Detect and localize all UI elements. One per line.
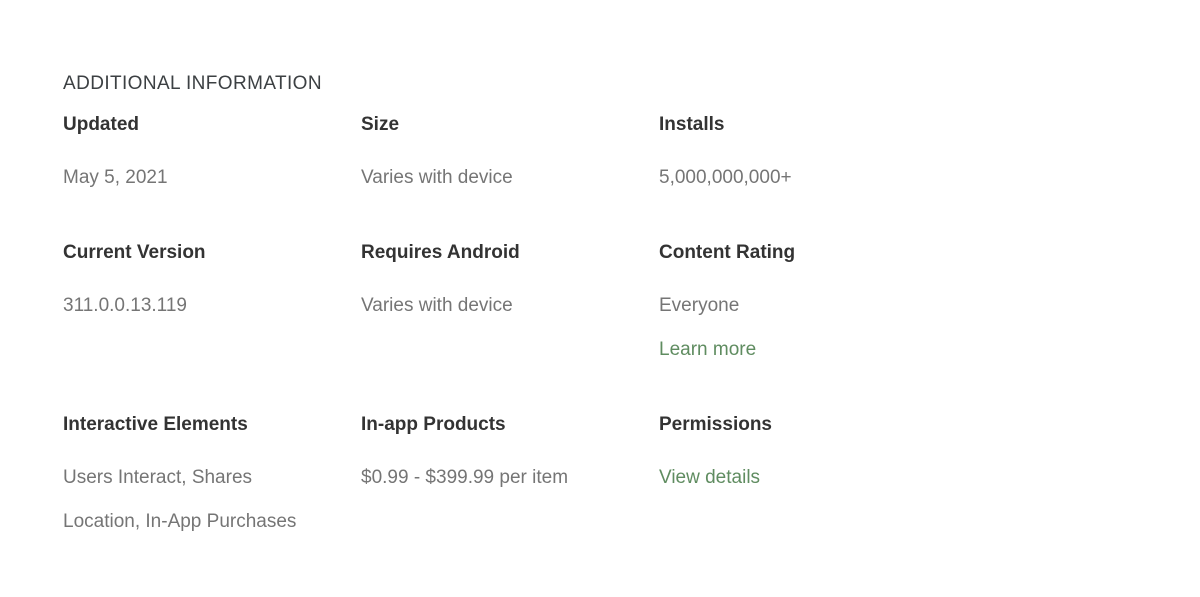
info-grid: Updated May 5, 2021 Size Varies with dev…	[63, 112, 1143, 544]
info-label-content-rating: Content Rating	[659, 242, 796, 263]
info-cell-installs: Installs 5,000,000,000+	[659, 112, 957, 200]
permissions-view-details-link[interactable]: View details	[659, 456, 957, 500]
info-cell-in-app-products: In-app Products $0.99 - $399.99 per item	[361, 412, 659, 544]
info-cell-current-version: Current Version 311.0.0.13.119	[63, 240, 361, 372]
additional-information-section: ADDITIONAL INFORMATION Updated May 5, 20…	[0, 0, 1200, 597]
page-title: ADDITIONAL INFORMATION	[63, 72, 322, 94]
info-label-permissions: Permissions	[659, 414, 772, 435]
info-value-content-rating: Everyone	[659, 295, 740, 316]
info-value-installs: 5,000,000,000+	[659, 167, 792, 188]
info-cell-updated: Updated May 5, 2021	[63, 112, 361, 200]
info-cell-content-rating: Content Rating Everyone Learn more	[659, 240, 957, 372]
info-value-interactive-elements: Users Interact, Shares Location, In-App …	[63, 467, 297, 532]
info-cell-size: Size Varies with device	[361, 112, 659, 200]
info-label-size: Size	[361, 114, 400, 135]
info-label-current-version: Current Version	[63, 242, 206, 263]
info-value-updated: May 5, 2021	[63, 167, 168, 188]
info-cell-requires-android: Requires Android Varies with device	[361, 240, 659, 372]
info-cell-permissions: Permissions View details	[659, 412, 957, 544]
info-label-updated: Updated	[63, 114, 139, 135]
info-value-size: Varies with device	[361, 167, 513, 188]
info-value-in-app-products: $0.99 - $399.99 per item	[361, 467, 569, 488]
info-value-current-version: 311.0.0.13.119	[63, 295, 187, 316]
info-label-in-app-products: In-app Products	[361, 414, 506, 435]
info-cell-interactive-elements: Interactive Elements Users Interact, Sha…	[63, 412, 361, 544]
info-label-requires-android: Requires Android	[361, 242, 520, 263]
content-rating-learn-more-link[interactable]: Learn more	[659, 328, 957, 372]
info-value-requires-android: Varies with device	[361, 295, 513, 316]
info-label-interactive-elements: Interactive Elements	[63, 414, 248, 435]
info-label-installs: Installs	[659, 114, 725, 135]
